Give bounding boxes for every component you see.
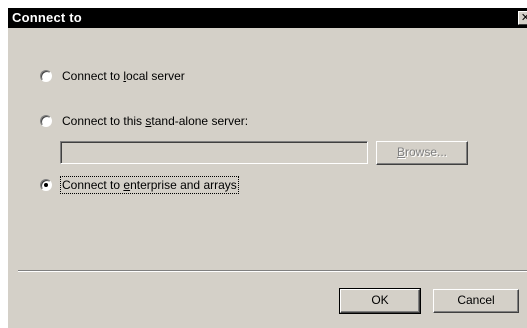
label-standalone-server[interactable]: Connect to this stand-alone server: [61, 113, 249, 129]
label-enterprise-arrays[interactable]: Connect to enterprise and arrays [60, 176, 239, 194]
radio-enterprise-arrays[interactable] [40, 179, 52, 191]
option-local-server[interactable]: Connect to local server [40, 67, 186, 85]
radio-local-server[interactable] [40, 70, 52, 82]
title-bar[interactable]: Connect to ✕ [8, 8, 527, 28]
label-local-server[interactable]: Connect to local server [61, 68, 186, 84]
server-name-input[interactable] [60, 141, 368, 164]
close-button[interactable]: ✕ [518, 11, 527, 25]
button-separator [18, 270, 527, 272]
ok-button[interactable]: OK [339, 288, 421, 314]
radio-standalone-server[interactable] [40, 115, 52, 127]
option-standalone-server[interactable]: Connect to this stand-alone server: [40, 112, 249, 130]
close-icon: ✕ [520, 11, 527, 24]
connect-to-dialog: Connect to ✕ Connect to local server Con… [8, 8, 527, 328]
option-enterprise-arrays[interactable]: Connect to enterprise and arrays [40, 176, 239, 194]
browse-button[interactable]: Browse... [376, 141, 468, 165]
dialog-title: Connect to [12, 10, 82, 25]
cancel-button[interactable]: Cancel [433, 289, 519, 313]
